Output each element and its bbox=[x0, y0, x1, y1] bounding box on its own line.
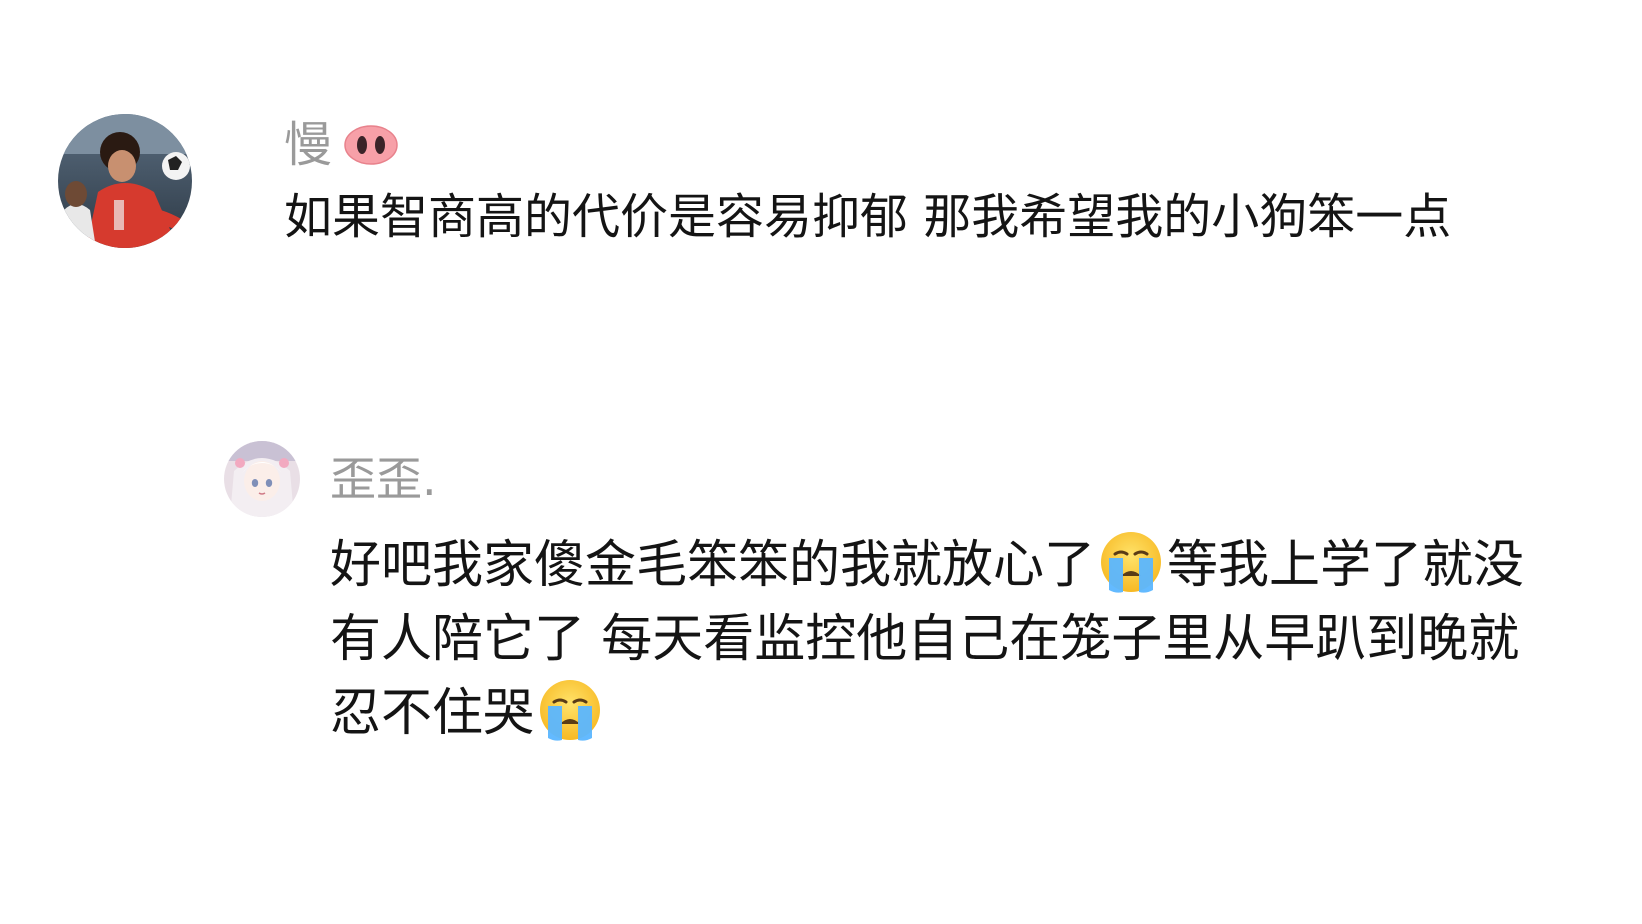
pig-nose-icon bbox=[344, 125, 398, 165]
comment-item: 慢 如果智商高的代价是容易抑郁 那我希望我的小狗笨一点 bbox=[58, 114, 1614, 251]
username-row: 歪歪. bbox=[330, 453, 1565, 505]
user-avatar[interactable] bbox=[58, 114, 192, 248]
comment-text-part: 好吧我家傻金毛笨笨的我就放心了 bbox=[330, 536, 1096, 595]
loudly-crying-face-icon bbox=[538, 678, 602, 742]
comment-text: 好吧我家傻金毛笨笨的我就放心了 等我上学了就没有人陪它了 每天看监控他自己在笼子… bbox=[330, 529, 1565, 751]
reply-item: 歪歪. 好吧我家傻金毛笨笨的我就放心了 等我上学了就没有人陪它了 每天看监控他自… bbox=[224, 441, 1565, 751]
username-row: 慢 bbox=[284, 117, 1614, 173]
username[interactable]: 歪歪. bbox=[330, 456, 437, 502]
username[interactable]: 慢 bbox=[284, 121, 332, 169]
comment-text: 如果智商高的代价是容易抑郁 那我希望我的小狗笨一点 bbox=[284, 189, 1452, 245]
user-avatar[interactable] bbox=[224, 441, 300, 517]
loudly-crying-face-icon bbox=[1099, 530, 1163, 594]
